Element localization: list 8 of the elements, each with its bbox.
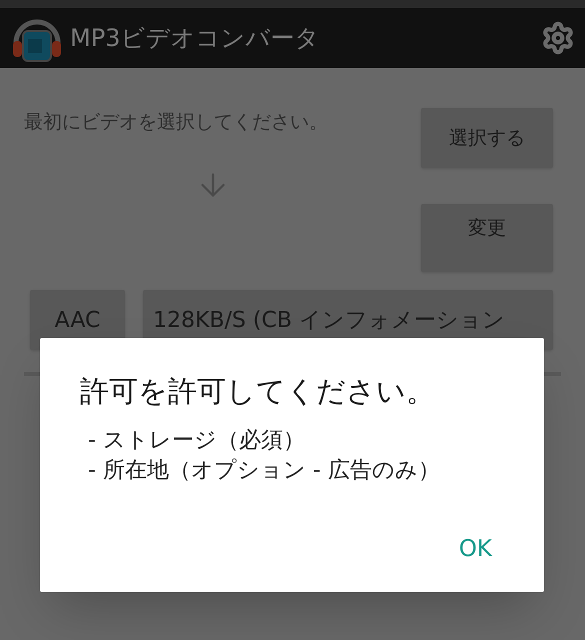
- ok-button[interactable]: OK: [456, 532, 494, 566]
- change-button[interactable]: 変更: [421, 204, 553, 272]
- dialog-title: 許可を許可してください。: [80, 373, 436, 410]
- permission-item: - 所在地（オプション - 広告のみ）: [88, 456, 441, 484]
- app-title: MP3ビデオコンバータ: [70, 23, 320, 54]
- permission-item: - ストレージ（必須）: [88, 426, 306, 454]
- select-button[interactable]: 選択する: [421, 108, 553, 168]
- instruction-text: 最初にビデオを選択してください。: [24, 110, 328, 135]
